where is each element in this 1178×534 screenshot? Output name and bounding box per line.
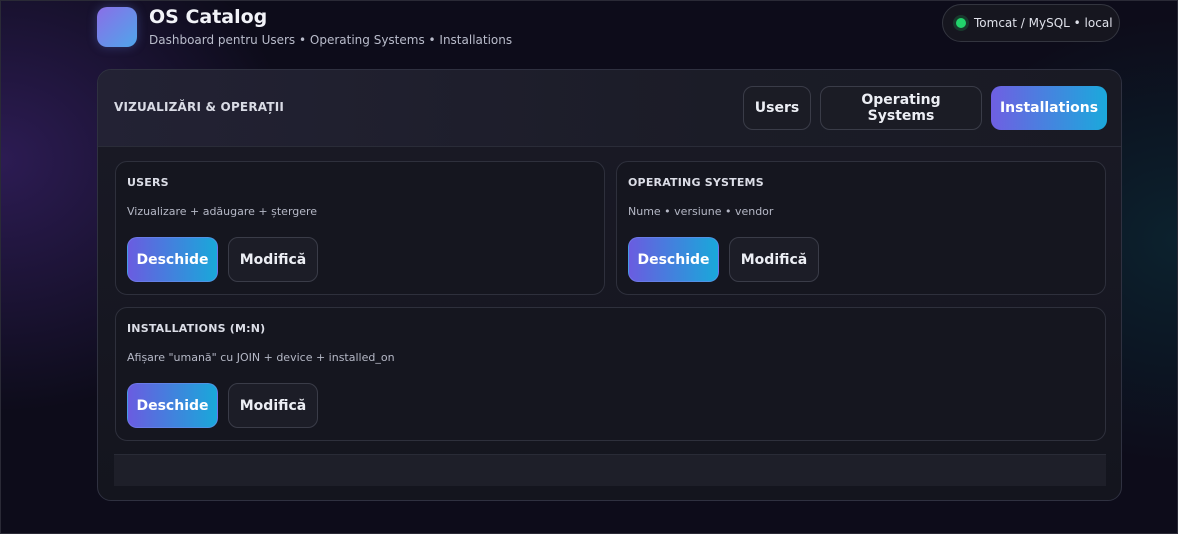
card-description: Nume • versiune • vendor: [628, 205, 774, 218]
users-open-button[interactable]: Deschide: [127, 237, 218, 282]
card-operating-systems: OPERATING SYSTEMS Nume • versiune • vend…: [616, 161, 1106, 295]
app-header: OS Catalog Dashboard pentru Users • Oper…: [97, 6, 513, 47]
card-title: USERS: [127, 176, 169, 189]
card-description: Vizualizare + adăugare + ștergere: [127, 205, 318, 218]
installations-edit-button[interactable]: Modifică: [228, 383, 318, 428]
panel-title: VIZUALIZĂRI & OPERAȚII: [114, 100, 285, 114]
environment-badge: Tomcat / MySQL • local: [942, 4, 1120, 42]
environment-label: Tomcat / MySQL • local: [974, 16, 1113, 30]
panel-header: VIZUALIZĂRI & OPERAȚII Users Operating S…: [98, 70, 1121, 147]
card-title: OPERATING SYSTEMS: [628, 176, 764, 189]
card-description: Afișare "umană" cu JOIN + device + insta…: [127, 351, 395, 364]
app-subtitle: Dashboard pentru Users • Operating Syste…: [149, 33, 513, 47]
app-title: OS Catalog: [149, 6, 268, 28]
card-installations: INSTALLATIONS (M:N) Afișare "umană" cu J…: [115, 307, 1106, 441]
panel-footer-strip: [114, 454, 1106, 486]
main-panel: VIZUALIZĂRI & OPERAȚII Users Operating S…: [97, 69, 1122, 501]
card-title: INSTALLATIONS (M:N): [127, 322, 266, 335]
app-logo-icon: [97, 7, 137, 47]
os-edit-button[interactable]: Modifică: [729, 237, 819, 282]
tab-operating-systems[interactable]: Operating Systems: [820, 86, 982, 130]
tab-installations[interactable]: Installations: [991, 86, 1107, 130]
status-dot-icon: [956, 18, 966, 28]
users-edit-button[interactable]: Modifică: [228, 237, 318, 282]
title-block: OS Catalog Dashboard pentru Users • Oper…: [149, 6, 513, 47]
installations-open-button[interactable]: Deschide: [127, 383, 218, 428]
tab-users[interactable]: Users: [743, 86, 811, 130]
os-open-button[interactable]: Deschide: [628, 237, 719, 282]
card-users: USERS Vizualizare + adăugare + ștergere …: [115, 161, 605, 295]
